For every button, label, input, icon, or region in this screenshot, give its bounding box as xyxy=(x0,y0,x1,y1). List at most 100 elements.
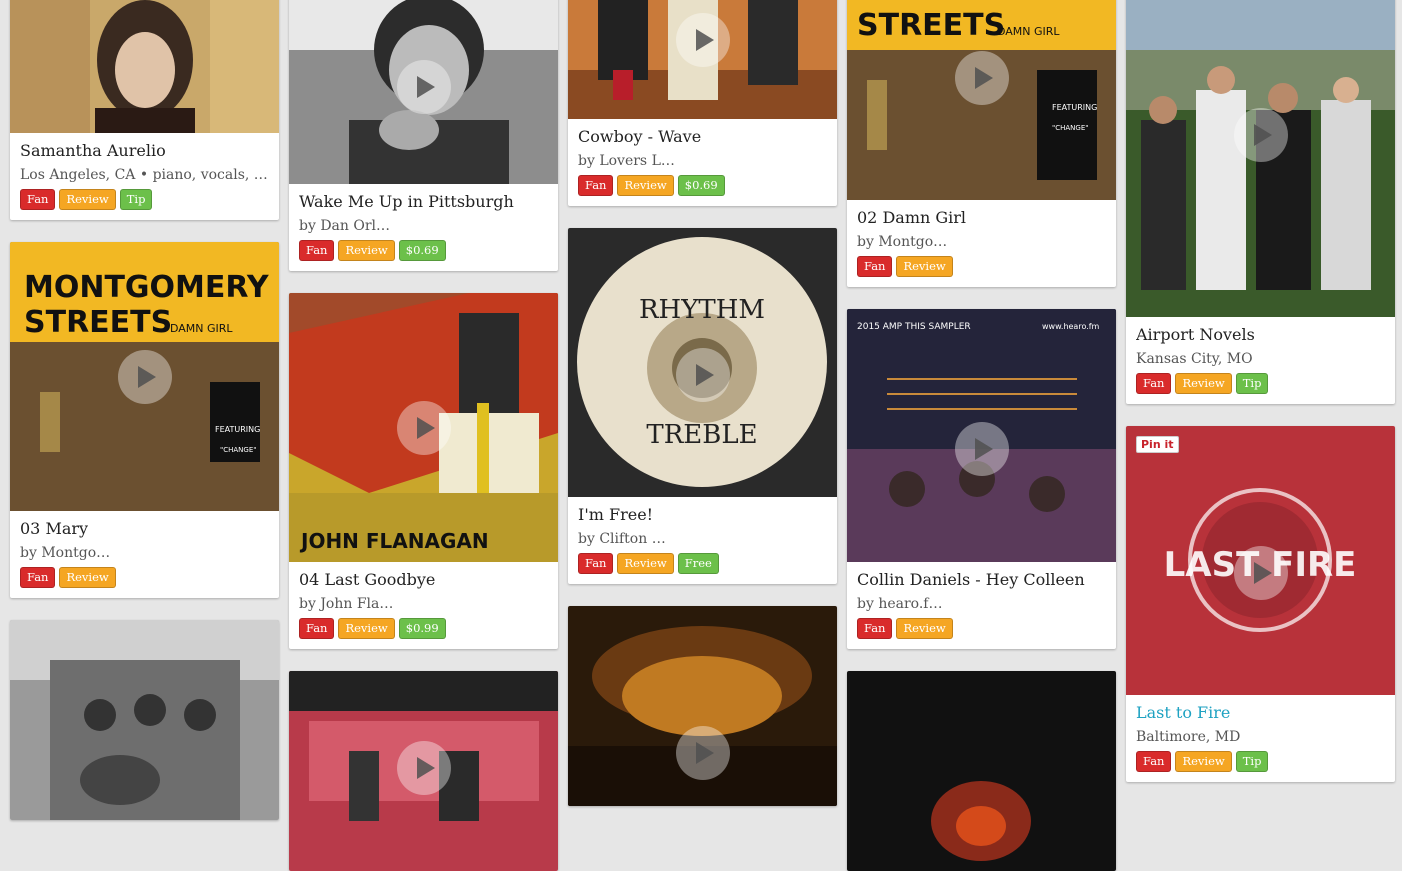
play-button[interactable] xyxy=(396,60,451,114)
review-button[interactable]: Review xyxy=(338,618,395,639)
fan-button[interactable]: Fan xyxy=(299,240,335,261)
play-button[interactable] xyxy=(675,726,730,780)
album-art[interactable] xyxy=(568,606,837,806)
tip-button[interactable]: Tip xyxy=(1235,373,1269,394)
card-collin-daniels[interactable]: 2015 AMP THIS SAMPLER www.hearo.fm Colli… xyxy=(847,309,1116,649)
price-button[interactable]: $0.69 xyxy=(398,240,446,261)
price-button[interactable]: Free xyxy=(677,553,719,574)
card-title[interactable]: I'm Free! xyxy=(578,505,827,525)
fan-button[interactable]: Fan xyxy=(578,175,614,196)
svg-text:DAMN GIRL: DAMN GIRL xyxy=(997,25,1060,38)
card-location: Kansas City, MO xyxy=(1136,351,1253,367)
album-art[interactable] xyxy=(289,671,558,871)
card-title[interactable]: 02 Damn Girl xyxy=(857,208,1106,228)
card-title[interactable]: Last to Fire xyxy=(1136,703,1385,723)
svg-text:2015 AMP THIS SAMPLER: 2015 AMP THIS SAMPLER xyxy=(857,322,971,332)
review-button[interactable]: Review xyxy=(896,618,953,639)
play-button[interactable] xyxy=(117,349,172,404)
card-im-free[interactable]: RHYTHM TREBLE I'm Free! by Clifton … Fan… xyxy=(568,228,837,584)
artist-photo[interactable] xyxy=(1126,0,1395,317)
review-button[interactable]: Review xyxy=(617,553,674,574)
card-last-to-fire[interactable]: LAST FIRE Pin it Last to Fire Baltimore,… xyxy=(1126,426,1395,782)
play-button[interactable] xyxy=(954,51,1009,105)
card-artist[interactable]: by Dan Orl… xyxy=(299,218,548,234)
artist-photo[interactable] xyxy=(10,0,279,133)
fan-button[interactable]: Fan xyxy=(20,189,56,210)
fan-button[interactable]: Fan xyxy=(299,618,335,639)
play-button[interactable] xyxy=(675,13,730,67)
svg-text:"CHANGE": "CHANGE" xyxy=(220,446,256,454)
album-art[interactable]: STREETS DAMN GIRL FEATURING "CHANGE" xyxy=(847,0,1116,200)
card-samantha-aurelio[interactable]: Samantha Aurelio Los Angeles, CA • piano… xyxy=(10,0,279,220)
album-art[interactable] xyxy=(568,0,837,119)
card-wake-me-up[interactable]: Wake Me Up in Pittsburgh by Dan Orl… Fan… xyxy=(289,0,558,271)
card-03-mary[interactable]: MONTGOMERY STREETS DAMN GIRL FEATURING "… xyxy=(10,242,279,598)
price-button[interactable]: $0.99 xyxy=(398,618,446,639)
artist-photo[interactable]: LAST FIRE Pin it xyxy=(1126,426,1395,695)
svg-text:JOHN FLANAGAN: JOHN FLANAGAN xyxy=(299,529,489,553)
fan-button[interactable]: Fan xyxy=(857,256,893,277)
review-button[interactable]: Review xyxy=(896,256,953,277)
card-artist[interactable]: by Montgo… xyxy=(20,545,269,561)
card-dark-art[interactable] xyxy=(847,671,1116,871)
play-button[interactable] xyxy=(954,422,1009,476)
svg-text:STREETS: STREETS xyxy=(857,8,1005,43)
album-cover-image xyxy=(847,671,1116,871)
card-artist[interactable]: by John Fla… xyxy=(299,596,548,612)
album-art[interactable] xyxy=(847,671,1116,871)
card-title[interactable]: 04 Last Goodbye xyxy=(299,570,548,590)
album-art[interactable] xyxy=(289,0,558,184)
card-live-bar[interactable] xyxy=(568,606,837,806)
price-button[interactable]: $0.69 xyxy=(677,175,725,196)
fan-button[interactable]: Fan xyxy=(1136,373,1172,394)
card-artist[interactable]: by Montgo… xyxy=(857,234,1106,250)
play-button[interactable] xyxy=(1233,108,1288,162)
review-button[interactable]: Review xyxy=(59,189,116,210)
review-button[interactable]: Review xyxy=(59,567,116,588)
card-artist[interactable]: by Clifton … xyxy=(578,531,827,547)
card-location: Los Angeles, CA • piano, vocals, uk… xyxy=(20,167,269,183)
tip-button[interactable]: Tip xyxy=(1235,751,1269,772)
play-button[interactable] xyxy=(1233,546,1288,600)
album-art[interactable]: RHYTHM TREBLE xyxy=(568,228,837,497)
card-live-stage[interactable] xyxy=(289,671,558,871)
tip-button[interactable]: Tip xyxy=(119,189,153,210)
card-title[interactable]: Wake Me Up in Pittsburgh xyxy=(299,192,548,212)
card-title[interactable]: Cowboy - Wave xyxy=(578,127,827,147)
svg-text:www.hearo.fm: www.hearo.fm xyxy=(1042,322,1100,331)
card-artist[interactable]: by Lovers L… xyxy=(578,153,827,169)
svg-text:FEATURING: FEATURING xyxy=(1052,103,1097,112)
card-cowboy-wave[interactable]: Cowboy - Wave by Lovers L… Fan Review $0… xyxy=(568,0,837,206)
fan-button[interactable]: Fan xyxy=(857,618,893,639)
album-art[interactable]: MONTGOMERY STREETS DAMN GIRL FEATURING "… xyxy=(10,242,279,511)
svg-text:RHYTHM: RHYTHM xyxy=(639,295,765,325)
album-art[interactable] xyxy=(10,620,279,820)
photo-image xyxy=(10,0,279,133)
review-button[interactable]: Review xyxy=(1175,373,1232,394)
svg-text:"CHANGE": "CHANGE" xyxy=(1052,124,1088,132)
review-button[interactable]: Review xyxy=(617,175,674,196)
card-title[interactable]: 03 Mary xyxy=(20,519,269,539)
album-art[interactable]: 2015 AMP THIS SAMPLER www.hearo.fm xyxy=(847,309,1116,562)
pin-it-button[interactable]: Pin it xyxy=(1136,436,1179,453)
album-art[interactable]: JOHN FLANAGAN xyxy=(289,293,558,562)
band-photo-image xyxy=(10,620,279,820)
review-button[interactable]: Review xyxy=(338,240,395,261)
card-band-photo[interactable] xyxy=(10,620,279,820)
card-02-damn-girl[interactable]: STREETS DAMN GIRL FEATURING "CHANGE" 02 … xyxy=(847,0,1116,287)
fan-button[interactable]: Fan xyxy=(578,553,614,574)
card-airport-novels[interactable]: Airport Novels Kansas City, MO Fan Revie… xyxy=(1126,0,1395,404)
card-location: Baltimore, MD xyxy=(1136,729,1241,745)
review-button[interactable]: Review xyxy=(1175,751,1232,772)
fan-button[interactable]: Fan xyxy=(1136,751,1172,772)
card-title[interactable]: Collin Daniels - Hey Colleen xyxy=(857,570,1106,590)
play-button[interactable] xyxy=(675,348,730,402)
card-title[interactable]: Airport Novels xyxy=(1136,325,1385,345)
card-title[interactable]: Samantha Aurelio xyxy=(20,141,269,161)
fan-button[interactable]: Fan xyxy=(20,567,56,588)
card-04-last-goodbye[interactable]: JOHN FLANAGAN 04 Last Goodbye by John Fl… xyxy=(289,293,558,649)
play-button[interactable] xyxy=(396,741,451,795)
play-button[interactable] xyxy=(396,400,451,455)
card-artist[interactable]: by hearo.f… xyxy=(857,596,1106,612)
svg-text:STREETS: STREETS xyxy=(24,305,172,340)
